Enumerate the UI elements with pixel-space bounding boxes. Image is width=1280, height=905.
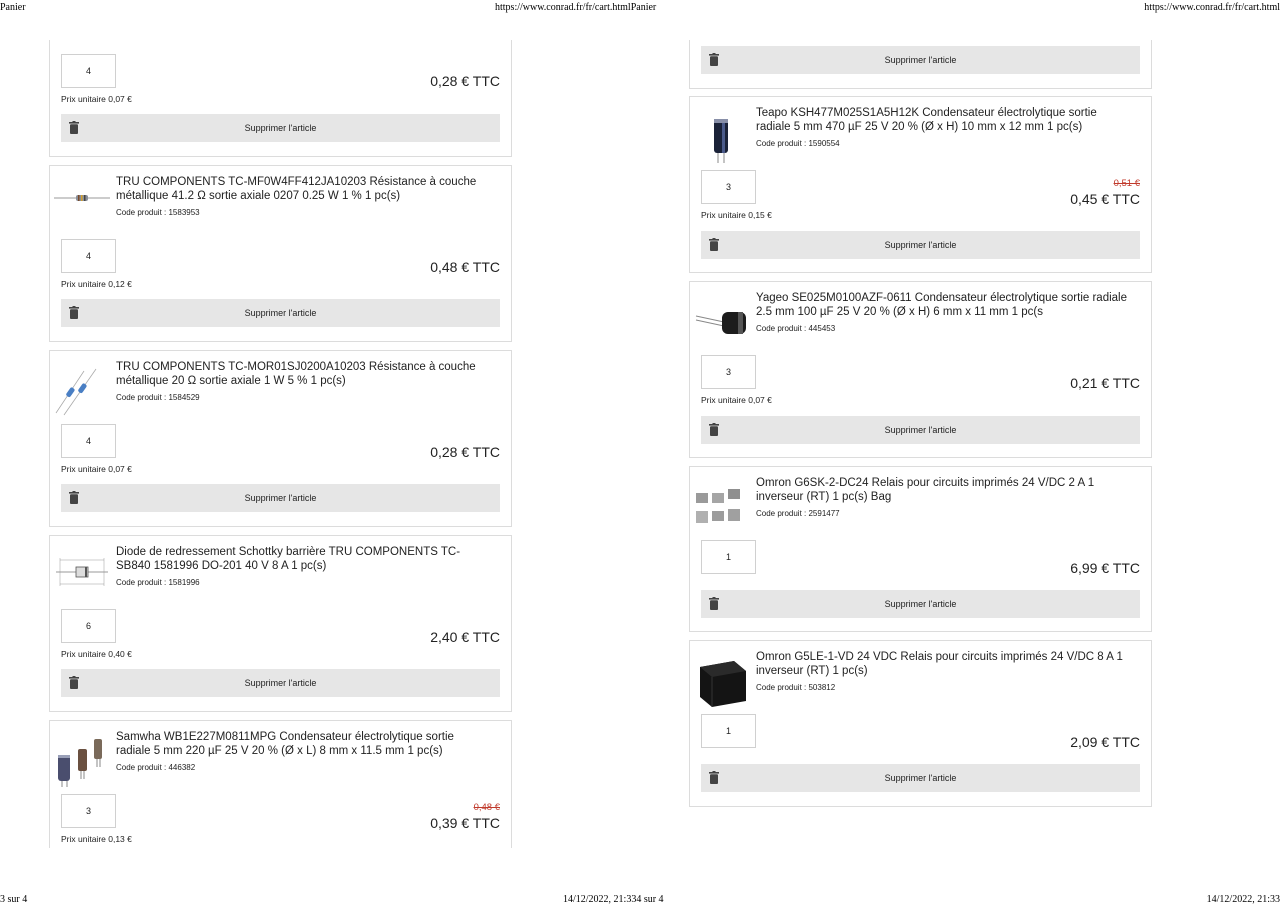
old-price: 0,48 €	[473, 802, 500, 813]
unit-price: Prix unitaire 0,15 €	[701, 210, 772, 220]
print-header-left: Panier	[0, 2, 26, 13]
product-code: Code produit : 446382	[116, 763, 196, 772]
product-title[interactable]: TRU COMPONENTS TC-MF0W4FF412JA10203 Rési…	[116, 176, 476, 202]
cart-item: Omron G5LE-1-VD 24 VDC Relais pour circu…	[689, 640, 1152, 807]
blue-resistor-image	[55, 368, 97, 416]
cart-item: Samwha WB1E227M0811MPG Condensateur élec…	[49, 720, 512, 848]
total-price: 2,40 € TTC	[430, 629, 500, 645]
cart-column-left: 4 Prix unitaire 0,07 € 0,28 € TTC Suppri…	[49, 40, 512, 848]
delete-item-button[interactable]: Supprimer l'article	[701, 416, 1140, 444]
delete-item-label: Supprimer l'article	[884, 599, 957, 609]
diode-drawing-image	[56, 558, 108, 586]
delete-item-button[interactable]: Supprimer l'article	[61, 484, 500, 512]
print-header-right: https://www.conrad.fr/fr/cart.html	[1144, 2, 1280, 13]
delete-item-button[interactable]: Supprimer l'article	[61, 114, 500, 142]
quantity-input[interactable]: 6	[61, 609, 116, 643]
cart-item: Supprimer l'article	[689, 40, 1152, 89]
total-price: 2,09 € TTC	[1070, 734, 1140, 750]
product-code: Code produit : 1590554	[756, 139, 840, 148]
delete-item-button[interactable]: Supprimer l'article	[61, 299, 500, 327]
unit-price: Prix unitaire 0,07 €	[61, 94, 132, 104]
total-price: 6,99 € TTC	[1070, 560, 1140, 576]
product-title[interactable]: Omron G5LE-1-VD 24 VDC Relais pour circu…	[756, 651, 1123, 677]
delete-item-label: Supprimer l'article	[244, 308, 317, 318]
product-name[interactable]: Omron G5LE-1-VD 24 VDC Relais pour circu…	[756, 651, 1131, 695]
total-price: 0,28 € TTC	[430, 444, 500, 460]
product-title[interactable]: Teapo KSH477M025S1A5H12K Condensateur él…	[756, 107, 1097, 133]
total-price: 0,39 € TTC	[430, 815, 500, 831]
product-title[interactable]: Yageo SE025M0100AZF-0611 Condensateur él…	[756, 292, 1127, 318]
product-code: Code produit : 503812	[756, 683, 836, 692]
cart-item: 4 Prix unitaire 0,07 € 0,28 € TTC Suppri…	[49, 40, 512, 157]
cart-item: Omron G6SK-2-DC24 Relais pour circuits i…	[689, 466, 1152, 632]
delete-item-label: Supprimer l'article	[244, 123, 317, 133]
quantity-input[interactable]: 1	[701, 714, 756, 748]
delete-item-label: Supprimer l'article	[244, 493, 317, 503]
delete-item-label: Supprimer l'article	[884, 240, 957, 250]
teapo-capacitor-image	[714, 119, 728, 163]
product-title[interactable]: Diode de redressement Schottky barrière …	[116, 546, 460, 572]
print-footer-right: 14/12/2022, 21:33	[1206, 894, 1280, 905]
delete-item-label: Supprimer l'article	[884, 425, 957, 435]
product-title[interactable]: TRU COMPONENTS TC-MOR01SJ0200A10203 Rési…	[116, 361, 476, 387]
delete-item-button[interactable]: Supprimer l'article	[701, 590, 1140, 618]
yageo-capacitor-image	[695, 312, 746, 334]
quantity-input[interactable]: 3	[701, 355, 756, 389]
quantity-input[interactable]: 3	[61, 794, 116, 828]
product-name[interactable]: TRU COMPONENTS TC-MF0W4FF412JA10203 Rési…	[116, 176, 491, 220]
product-title[interactable]: Omron G6SK-2-DC24 Relais pour circuits i…	[756, 477, 1094, 503]
total-price: 0,28 € TTC	[430, 73, 500, 89]
unit-price: Prix unitaire 0,12 €	[61, 279, 132, 289]
product-name[interactable]: Diode de redressement Schottky barrière …	[116, 546, 491, 590]
product-name[interactable]: Yageo SE025M0100AZF-0611 Condensateur él…	[756, 292, 1131, 336]
product-code: Code produit : 1583953	[116, 208, 200, 217]
cart-column-right: Supprimer l'article Teapo KSH477M025S1A5…	[689, 40, 1152, 848]
product-code: Code produit : 1584529	[116, 393, 200, 402]
total-price: 0,45 € TTC	[1070, 191, 1140, 207]
product-name[interactable]: Omron G6SK-2-DC24 Relais pour circuits i…	[756, 477, 1131, 521]
delete-item-label: Supprimer l'article	[884, 773, 957, 783]
product-name[interactable]: TRU COMPONENTS TC-MOR01SJ0200A10203 Rési…	[116, 361, 491, 405]
omron-black-relay-image	[700, 661, 746, 707]
product-code: Code produit : 1581996	[116, 578, 200, 587]
axial-resistor-image	[54, 195, 110, 201]
quantity-input[interactable]: 4	[61, 424, 116, 458]
total-price: 0,48 € TTC	[430, 259, 500, 275]
capacitors-image	[58, 739, 102, 787]
omron-relays-image	[696, 489, 740, 523]
old-price: 0,51 €	[1113, 178, 1140, 189]
quantity-input[interactable]: 1	[701, 540, 756, 574]
delete-item-button[interactable]: Supprimer l'article	[61, 669, 500, 697]
print-footer-page: 3 sur 4	[0, 894, 28, 905]
unit-price: Prix unitaire 0,40 €	[61, 649, 132, 659]
quantity-input[interactable]: 4	[61, 239, 116, 273]
product-title[interactable]: Samwha WB1E227M0811MPG Condensateur élec…	[116, 731, 454, 757]
product-name[interactable]: Samwha WB1E227M0811MPG Condensateur élec…	[116, 731, 491, 775]
total-price: 0,21 € TTC	[1070, 375, 1140, 391]
cart-item: Teapo KSH477M025S1A5H12K Condensateur él…	[689, 96, 1152, 273]
delete-item-label: Supprimer l'article	[884, 55, 957, 65]
quantity-input[interactable]: 3	[701, 170, 756, 204]
cart-item: Diode de redressement Schottky barrière …	[49, 535, 512, 712]
print-header-url: https://www.conrad.fr/fr/cart.htmlPanier	[495, 2, 657, 13]
product-name[interactable]: Teapo KSH477M025S1A5H12K Condensateur él…	[756, 107, 1131, 151]
unit-price: Prix unitaire 0,07 €	[61, 464, 132, 474]
delete-item-label: Supprimer l'article	[244, 678, 317, 688]
unit-price: Prix unitaire 0,13 €	[61, 834, 132, 844]
delete-item-button[interactable]: Supprimer l'article	[701, 231, 1140, 259]
cart-item: TRU COMPONENTS TC-MF0W4FF412JA10203 Rési…	[49, 165, 512, 342]
product-code: Code produit : 445453	[756, 324, 836, 333]
delete-item-button[interactable]: Supprimer l'article	[701, 764, 1140, 792]
cart-item: Yageo SE025M0100AZF-0611 Condensateur él…	[689, 281, 1152, 458]
unit-price: Prix unitaire 0,07 €	[701, 395, 772, 405]
quantity-input[interactable]: 4	[61, 54, 116, 88]
delete-item-button[interactable]: Supprimer l'article	[701, 46, 1140, 74]
product-code: Code produit : 2591477	[756, 509, 840, 518]
cart-item: TRU COMPONENTS TC-MOR01SJ0200A10203 Rési…	[49, 350, 512, 527]
print-footer-date: 14/12/2022, 21:334 sur 4	[563, 894, 664, 905]
